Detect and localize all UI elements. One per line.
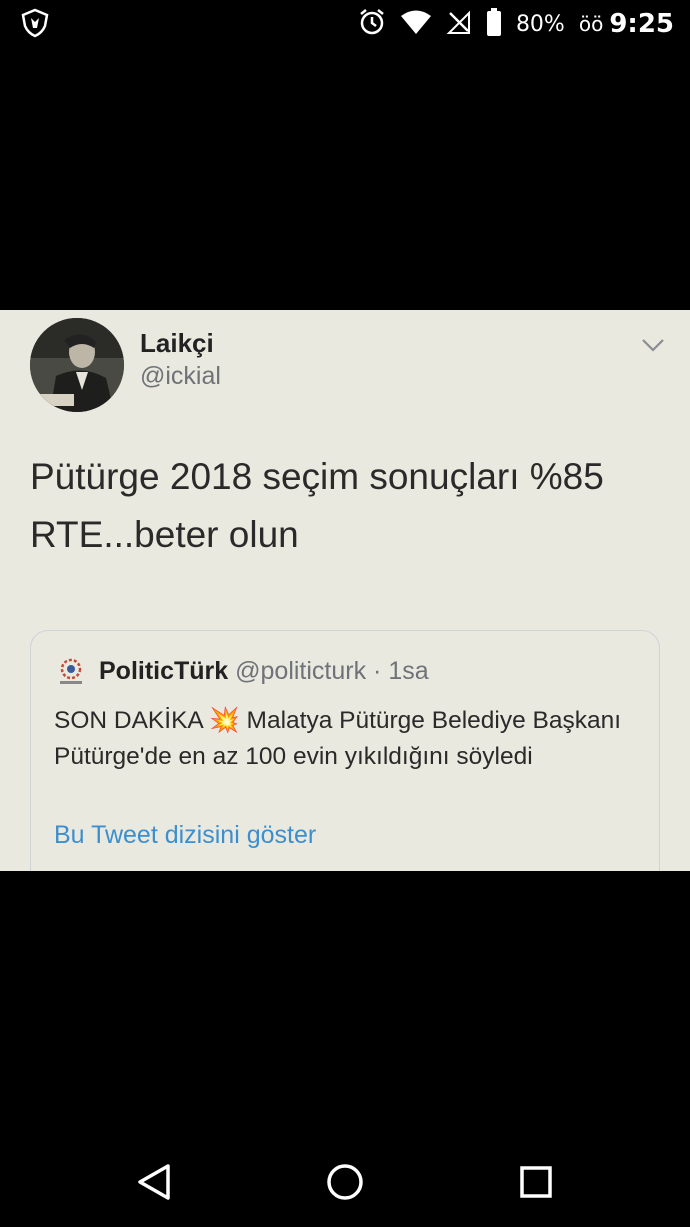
tweet-card[interactable]: Laikçi @ickial Pütürge 2018 seçim sonuçl…: [0, 310, 690, 871]
show-thread-link[interactable]: Bu Tweet dizisini göster: [54, 821, 316, 850]
quoted-author-name[interactable]: PoliticTürk: [99, 657, 228, 685]
battery-icon: [486, 7, 502, 41]
home-icon[interactable]: [323, 1160, 367, 1204]
no-signal-icon: [446, 9, 472, 40]
wifi-icon: [400, 9, 432, 40]
quoted-author-meta: @politicturk · 1sa: [235, 657, 429, 685]
clock: 9:25: [609, 9, 674, 39]
navigation-bar: [0, 1140, 690, 1227]
politicturk-logo: [57, 657, 85, 687]
tweet-text: Pütürge 2018 seçim sonuçları %85 RTE...b…: [30, 456, 604, 555]
time-period: öö: [578, 12, 604, 36]
avatar[interactable]: [30, 318, 124, 412]
status-bar: 80% öö 9:25: [0, 0, 690, 48]
alarm-icon: [358, 8, 386, 41]
quoted-tweet-text: SON DAKİKA 💥 Malatya Pütürge Belediye Ba…: [54, 707, 622, 770]
battery-percent: 80%: [515, 11, 565, 37]
chevron-down-icon[interactable]: [640, 336, 666, 354]
quoted-tweet[interactable]: PoliticTürk @politicturk · 1sa SON DAKİK…: [30, 630, 660, 871]
back-icon[interactable]: [132, 1160, 176, 1204]
display-name[interactable]: Laikçi: [140, 328, 214, 359]
recents-icon[interactable]: [514, 1160, 558, 1204]
shield-icon: [20, 8, 50, 38]
user-handle[interactable]: @ickial: [140, 362, 221, 391]
